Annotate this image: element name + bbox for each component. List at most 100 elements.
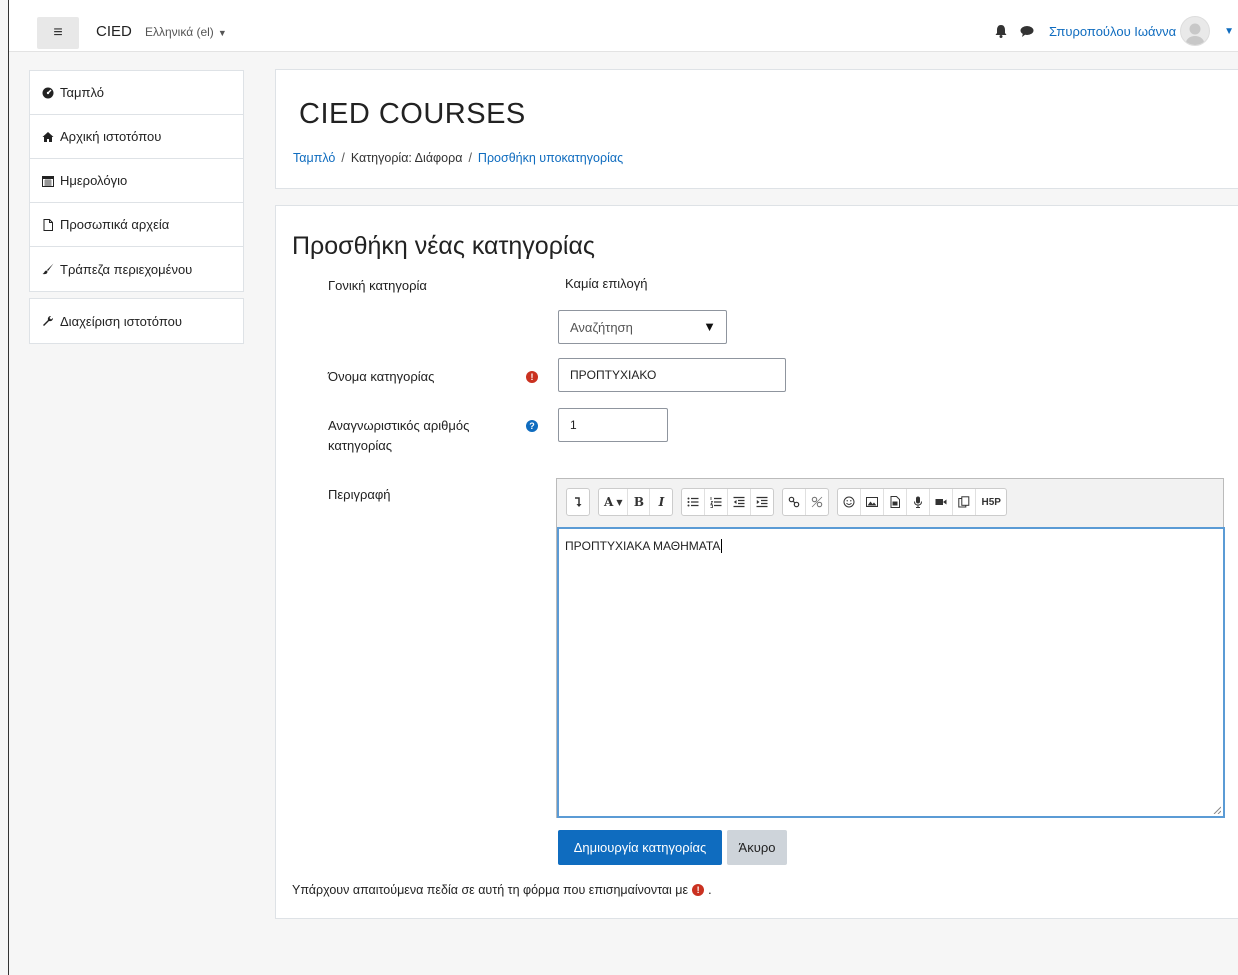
microphone-icon <box>914 496 923 508</box>
cancel-button[interactable]: Άκυρο <box>727 830 787 865</box>
select-placeholder: Αναζήτηση <box>570 319 633 335</box>
link-icon <box>789 496 800 508</box>
toolbar-group-media: H5P <box>837 488 1007 516</box>
collapse-toolbar-button[interactable] <box>567 489 589 515</box>
category-name-label: Όνομα κατηγορίας <box>328 369 435 384</box>
breadcrumb: Ταμπλό / Κατηγορία: Διάφορα / Προσθήκη υποκα… <box>293 151 623 165</box>
user-nav: Σπυροπούλου Ιωάννα ▼ <box>993 16 1238 46</box>
insert-h5p-button[interactable]: H5P <box>976 489 1005 515</box>
caret-down-icon: ▼ <box>217 28 227 38</box>
description-text: ΠΡΟΠΤΥΧΙΑΚΑ ΜΑΘΗΜΑΤΑ <box>565 539 721 553</box>
outdent-icon <box>733 496 745 508</box>
page-header: CIED COURSES Ταμπλό / Κατηγορία: Διάφορα / Π… <box>275 69 1238 189</box>
emoticon-button[interactable] <box>838 489 862 515</box>
site-brand[interactable]: CIED <box>96 23 132 40</box>
sidebar-item-label: Αρχική ιστοτόπου <box>60 129 162 144</box>
breadcrumb-separator: / <box>468 151 472 165</box>
calendar-icon <box>42 175 60 187</box>
record-video-button[interactable] <box>930 489 954 515</box>
language-label: Ελληνικά (el) <box>145 25 214 39</box>
insert-image-button[interactable] <box>861 489 885 515</box>
sidebar-item-content-bank[interactable]: Τράπεζα περιεχομένου <box>30 247 243 291</box>
parent-category-search-select[interactable]: Αναζήτηση ▼ <box>558 310 727 344</box>
sidebar-item-label: Ημερολόγιο <box>60 173 128 188</box>
avatar[interactable] <box>1180 16 1211 46</box>
indent-icon <box>756 496 768 508</box>
breadcrumb-item-category: Κατηγορία: Διάφορα <box>350 151 463 165</box>
user-name-link[interactable]: Σπυροπούλου Ιωάννα <box>1049 24 1176 39</box>
required-icon: ! <box>692 884 705 896</box>
breadcrumb-link-add-subcategory[interactable]: Προσθήκη υποκατηγορίας <box>478 151 623 165</box>
drawer-toggle-button[interactable]: ≡ <box>37 17 79 49</box>
paintbrush-icon <box>42 263 60 275</box>
italic-button[interactable]: I <box>650 489 672 515</box>
idnumber-label-line1: Αναγνωριστικός αριθμός <box>328 418 470 433</box>
sidebar-item-label: Τράπεζα περιεχομένου <box>60 261 193 277</box>
image-icon <box>866 497 879 507</box>
ordered-list-button[interactable] <box>705 489 729 515</box>
parent-category-label: Γονική κατηγορία <box>328 278 427 293</box>
video-camera-icon <box>935 499 947 505</box>
user-silhouette-icon <box>1186 23 1205 45</box>
idnumber-input[interactable]: 1 <box>558 408 668 442</box>
paragraph-styles-button[interactable]: A ▼ <box>599 489 629 515</box>
category-name-input[interactable]: ΠΡΟΠΤΥΧΙΑΚΟ <box>558 358 786 392</box>
file-icon <box>42 218 60 231</box>
idnumber-label-line2: κατηγορίας <box>328 438 393 453</box>
triangle-down-icon: ▼ <box>703 319 716 334</box>
document-media-icon <box>890 496 901 508</box>
help-icon[interactable]: ? <box>526 420 538 432</box>
h5p-icon: H5P <box>981 496 1001 508</box>
wrench-icon <box>42 315 60 327</box>
sidebar-item-label: Προσωπικά αρχεία <box>60 217 170 232</box>
nav-drawer: Ταμπλό Αρχική ιστοτόπου Ημερολόγιο Προσω… <box>29 70 244 350</box>
dashboard-icon <box>42 87 60 99</box>
files-icon <box>958 496 970 508</box>
sidebar-item-site-home[interactable]: Αρχική ιστοτόπου <box>30 115 243 159</box>
category-form: Προσθήκη νέας κατηγορίας Γονική κατηγορί… <box>275 205 1238 919</box>
toolbar-group-links <box>782 488 830 516</box>
parent-category-value: Καμία επιλογή <box>565 276 648 291</box>
text-cursor <box>721 539 723 553</box>
sidebar-item-private-files[interactable]: Προσωπικά αρχεία <box>30 203 243 247</box>
required-fields-note: Υπάρχουν απαιτούμενα πεδία σε αυτή τη φό… <box>292 883 712 897</box>
bullet-list-icon <box>687 497 699 507</box>
description-label: Περιγραφή <box>328 487 391 502</box>
required-icon: ! <box>526 371 538 383</box>
insert-media-button[interactable] <box>884 489 908 515</box>
sidebar-item-label: Διαχείριση ιστοτόπου <box>60 313 182 329</box>
nav-drawer-group-main: Ταμπλό Αρχική ιστοτόπου Ημερολόγιο Προσω… <box>29 70 244 292</box>
smiley-icon <box>843 496 855 508</box>
breadcrumb-link-dashboard[interactable]: Ταμπλό <box>293 151 335 165</box>
description-textarea[interactable]: ΠΡΟΠΤΥΧΙΑΚΑ ΜΑΘΗΜΑΤΑ <box>557 527 1225 818</box>
messages-icon[interactable] <box>1019 23 1035 39</box>
sidebar-item-label: Ταμπλό <box>60 85 105 100</box>
outdent-button[interactable] <box>728 489 752 515</box>
resize-handle-icon[interactable] <box>1213 806 1221 814</box>
collapse-arrow-icon <box>575 497 582 507</box>
editor-toolbar: A ▼ B I H5P <box>566 488 1015 516</box>
record-audio-button[interactable] <box>907 489 931 515</box>
sidebar-item-calendar[interactable]: Ημερολόγιο <box>30 159 243 203</box>
hamburger-icon: ≡ <box>53 24 63 41</box>
sidebar-item-site-administration[interactable]: Διαχείριση ιστοτόπου <box>30 299 243 343</box>
form-title: Προσθήκη νέας κατηγορίας <box>292 232 595 260</box>
unlink-button[interactable] <box>806 489 828 515</box>
unlink-icon <box>812 496 823 508</box>
link-button[interactable] <box>783 489 807 515</box>
create-category-button[interactable]: Δημιουργία κατηγορίας <box>558 830 722 865</box>
bold-button[interactable]: B <box>628 489 651 515</box>
indent-button[interactable] <box>751 489 773 515</box>
toolbar-group-collapse <box>566 488 590 516</box>
manage-files-button[interactable] <box>953 489 977 515</box>
language-menu[interactable]: Ελληνικά (el) ▼ <box>145 25 227 39</box>
home-icon <box>42 131 60 143</box>
user-menu-caret-icon[interactable]: ▼ <box>1224 26 1234 37</box>
font-size-icon: A <box>604 495 614 509</box>
bell-icon[interactable] <box>993 23 1009 39</box>
unordered-list-button[interactable] <box>682 489 706 515</box>
sidebar-item-dashboard[interactable]: Ταμπλό <box>30 71 243 115</box>
breadcrumb-separator: / <box>341 151 345 165</box>
toolbar-group-style: A ▼ B I <box>598 488 674 516</box>
description-editor: A ▼ B I H5P ΠΡΟΠΤΥΧΙΑΚΑ ΜΑΘΗΜΑΤΑ <box>556 478 1225 818</box>
